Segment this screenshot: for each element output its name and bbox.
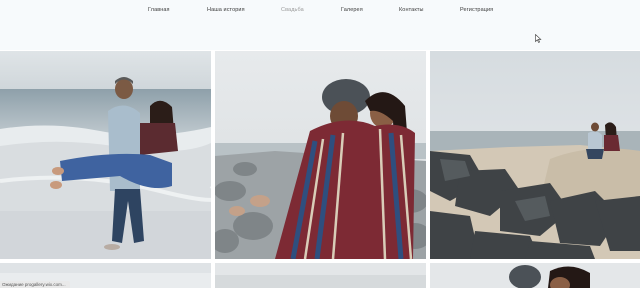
nav-item-our-story[interactable]: Наша история <box>207 7 245 13</box>
photo-couple-rocks[interactable] <box>430 51 640 259</box>
browser-status-bar: Ожидание progallery.wix.com... <box>0 281 70 288</box>
nav-item-contacts[interactable]: Контакты <box>399 7 424 13</box>
nav-item-gallery[interactable]: Галерея <box>341 7 363 13</box>
mouse-cursor-icon <box>535 34 542 43</box>
nav-item-wedding[interactable]: Свадьба <box>281 7 304 13</box>
site-header: Главная Наша история Свадьба Галерея Кон… <box>0 0 640 50</box>
nav-item-home[interactable]: Главная <box>148 7 170 13</box>
nav-item-registration[interactable]: Регистрация <box>460 7 493 13</box>
photo-row2-2[interactable] <box>215 263 426 288</box>
photo-row2-3[interactable] <box>430 263 640 288</box>
photo-couple-blanket[interactable] <box>215 51 426 259</box>
main-nav: Главная Наша история Свадьба Галерея Кон… <box>0 7 640 17</box>
photo-couple-beach-carry[interactable] <box>0 51 211 259</box>
